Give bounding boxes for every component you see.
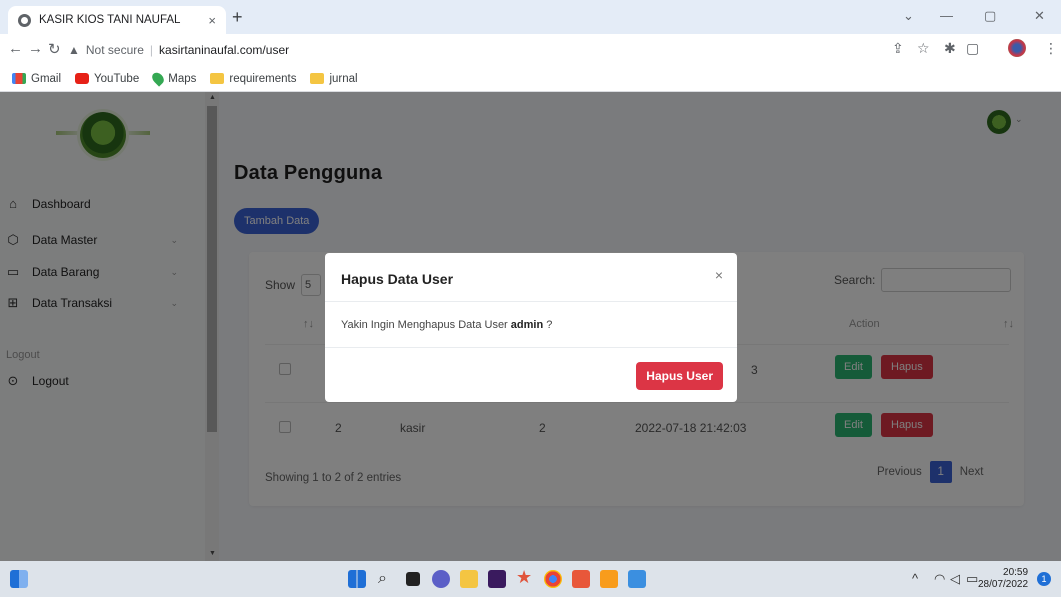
- modal-divider: [325, 347, 737, 348]
- chat-icon[interactable]: [432, 570, 450, 588]
- snipping-icon[interactable]: [628, 570, 646, 588]
- modal-username: admin: [510, 319, 544, 331]
- bookmark-youtube[interactable]: YouTube: [75, 73, 139, 85]
- url-bar[interactable]: ▲ Not secure | kasirtaninaufal.com/user: [68, 39, 904, 61]
- volume-icon[interactable]: ◁: [950, 571, 960, 587]
- browser-tabbar: KASIR KIOS TANI NAUFAL × + ⌄ — ▢ ✕: [0, 0, 1061, 34]
- xampp-icon[interactable]: [572, 570, 590, 588]
- modal-message: Yakin Ingin Menghapus Data User admin ?: [341, 319, 553, 331]
- folder-icon: [310, 73, 325, 84]
- star-icon[interactable]: ☆: [917, 40, 930, 57]
- restore-icon[interactable]: ▢: [984, 8, 996, 24]
- url-text: kasirtaninaufal.com/user: [159, 43, 290, 57]
- share-icon[interactable]: ⇪: [892, 40, 904, 57]
- security-label: Not secure: [85, 43, 144, 57]
- maps-icon: [150, 70, 167, 87]
- back-icon[interactable]: ←: [8, 40, 23, 57]
- modal-divider: [325, 301, 737, 302]
- sublime-icon[interactable]: [600, 570, 618, 588]
- tab-search-icon[interactable]: ⌄: [903, 8, 914, 24]
- taskbar: ⌕ ★ ^ ◠ ◁ ▭ 20:59 28/07/2022 1: [0, 561, 1061, 597]
- tab-close-icon[interactable]: ×: [208, 13, 216, 28]
- bookmark-requirements[interactable]: requirements: [210, 73, 296, 85]
- premiere-icon[interactable]: [488, 570, 506, 588]
- delete-user-button[interactable]: Hapus User: [636, 362, 723, 390]
- wifi-icon[interactable]: ◠: [934, 571, 945, 587]
- chrome-icon[interactable]: [544, 570, 562, 588]
- reload-icon[interactable]: ↻: [48, 40, 61, 58]
- bookmark-maps[interactable]: Maps: [150, 70, 196, 87]
- task-view-icon[interactable]: [406, 572, 420, 586]
- profile-avatar[interactable]: [1008, 39, 1026, 57]
- modal-title: Hapus Data User: [341, 271, 454, 287]
- widgets-icon[interactable]: [10, 570, 28, 588]
- taskbar-clock[interactable]: 20:59 28/07/2022: [978, 567, 1028, 591]
- tab-title: KASIR KIOS TANI NAUFAL: [39, 14, 181, 26]
- sidepanel-icon[interactable]: ▢: [966, 40, 979, 57]
- forward-icon[interactable]: →: [28, 40, 43, 57]
- minimize-icon[interactable]: —: [940, 8, 953, 23]
- clock-time: 20:59: [1003, 567, 1029, 578]
- menu-icon[interactable]: ⋮: [1044, 40, 1058, 57]
- bookmark-gmail[interactable]: Gmail: [12, 73, 61, 85]
- globe-icon: [18, 13, 31, 27]
- bookmarks-bar: Gmail YouTube Maps requirements jurnal: [0, 66, 1061, 92]
- file-explorer-icon[interactable]: [460, 570, 478, 588]
- notification-badge[interactable]: 1: [1037, 572, 1051, 586]
- page-viewport: ⌂ Dashboard ⬡ Data Master ⌄ ▭ Data Baran…: [0, 92, 1061, 561]
- url-separator: |: [149, 43, 154, 57]
- chevron-up-icon[interactable]: ^: [912, 571, 918, 586]
- start-icon[interactable]: [348, 570, 366, 588]
- new-tab-button[interactable]: +: [232, 7, 243, 28]
- search-icon[interactable]: ⌕: [378, 570, 396, 588]
- gmail-icon: [12, 73, 26, 84]
- battery-icon[interactable]: ▭: [966, 571, 978, 587]
- youtube-icon: [75, 73, 90, 84]
- clock-date: 28/07/2022: [978, 579, 1029, 590]
- folder-icon: [210, 73, 225, 84]
- window-close-icon[interactable]: ✕: [1034, 8, 1045, 24]
- modal-close-icon[interactable]: ×: [715, 267, 723, 283]
- browser-tab[interactable]: KASIR KIOS TANI NAUFAL ×: [8, 6, 226, 34]
- extensions-icon[interactable]: ✱: [944, 40, 956, 57]
- delete-user-modal: Hapus Data User × Yakin Ingin Menghapus …: [325, 253, 737, 402]
- warning-icon: ▲: [68, 43, 80, 57]
- bookmark-jurnal[interactable]: jurnal: [310, 73, 358, 85]
- star-app-icon[interactable]: ★: [516, 567, 534, 587]
